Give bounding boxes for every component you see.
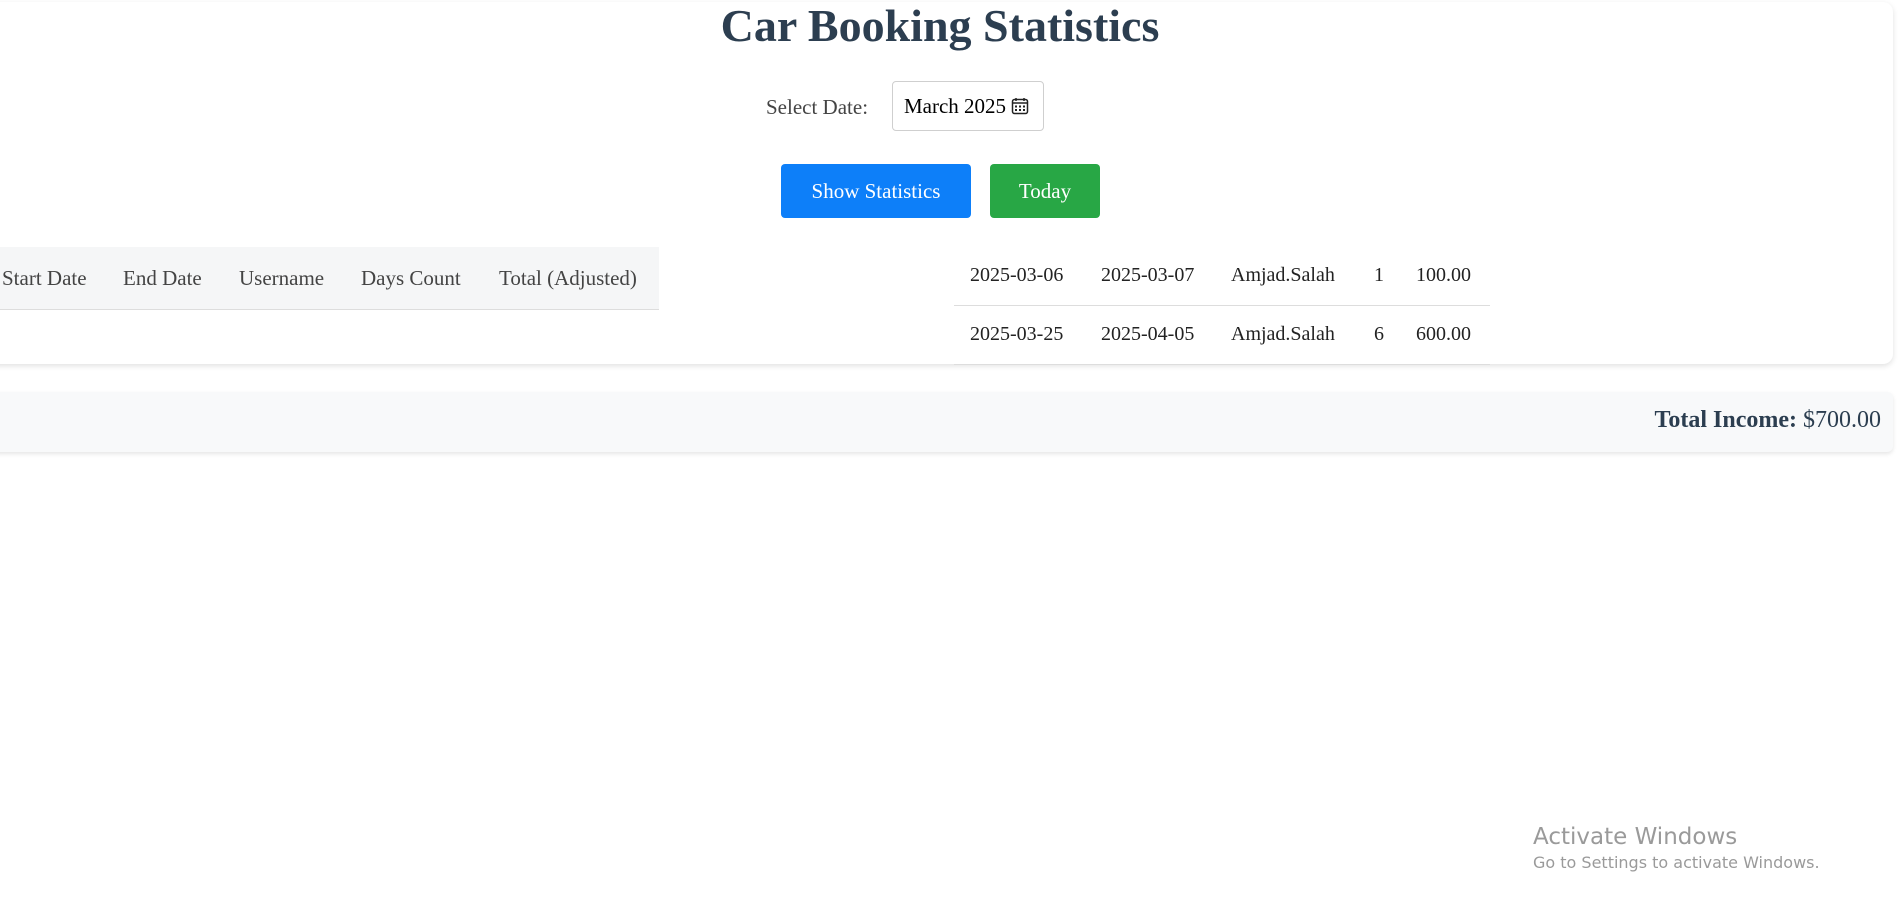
- cell-username: Amjad.Salah: [1231, 264, 1335, 286]
- total-income: Total Income: $700.00: [1655, 407, 1881, 434]
- cell-total-adjusted: 100.00: [1416, 264, 1471, 286]
- page-title: Car Booking Statistics: [720, 0, 1160, 51]
- cell-end-date: 2025-04-05: [1101, 323, 1195, 345]
- column-header-start-date: Start Date: [2, 266, 87, 290]
- calendar-icon[interactable]: [1011, 97, 1029, 115]
- table-body: 2025-03-06 2025-03-07 Amjad.Salah 1 100.…: [954, 247, 1490, 365]
- table-row: 2025-03-25 2025-04-05 Amjad.Salah 6 600.…: [954, 306, 1490, 365]
- show-statistics-button[interactable]: Show Statistics: [781, 164, 971, 218]
- table-row: 2025-03-06 2025-03-07 Amjad.Salah 1 100.…: [954, 247, 1490, 306]
- cell-total-adjusted: 600.00: [1416, 323, 1471, 345]
- page: Car Booking Statistics Select Date: Marc…: [0, 0, 1898, 901]
- cell-start-date: 2025-03-06: [970, 264, 1064, 286]
- total-income-label: Total Income:: [1654, 407, 1797, 433]
- column-header-total-adjusted: Total (Adjusted): [499, 266, 637, 290]
- total-income-bar: Total Income: $700.00: [0, 392, 1893, 452]
- cell-days-count: 1: [1374, 264, 1384, 286]
- cell-start-date: 2025-03-25: [970, 323, 1064, 345]
- column-header-end-date: End Date: [123, 266, 202, 290]
- month-picker-value: March 2025: [904, 94, 1007, 118]
- cell-username: Amjad.Salah: [1231, 323, 1335, 345]
- date-label: Select Date:: [766, 95, 869, 119]
- today-button[interactable]: Today: [990, 164, 1100, 218]
- cell-end-date: 2025-03-07: [1101, 264, 1195, 286]
- month-picker-input[interactable]: March 2025: [892, 81, 1044, 131]
- activate-windows-watermark: Activate Windows Go to Settings to activ…: [1533, 822, 1820, 874]
- column-header-days-count: Days Count: [361, 266, 461, 290]
- watermark-subtitle: Go to Settings to activate Windows.: [1533, 853, 1820, 872]
- total-income-value: $700.00: [1803, 407, 1881, 433]
- date-selector-row: Select Date: March 2025: [0, 81, 1880, 133]
- table-header: Start Date End Date Username Days Count …: [0, 247, 659, 310]
- watermark-title: Activate Windows: [1533, 824, 1738, 850]
- cell-days-count: 6: [1374, 323, 1384, 345]
- column-header-username: Username: [239, 266, 325, 290]
